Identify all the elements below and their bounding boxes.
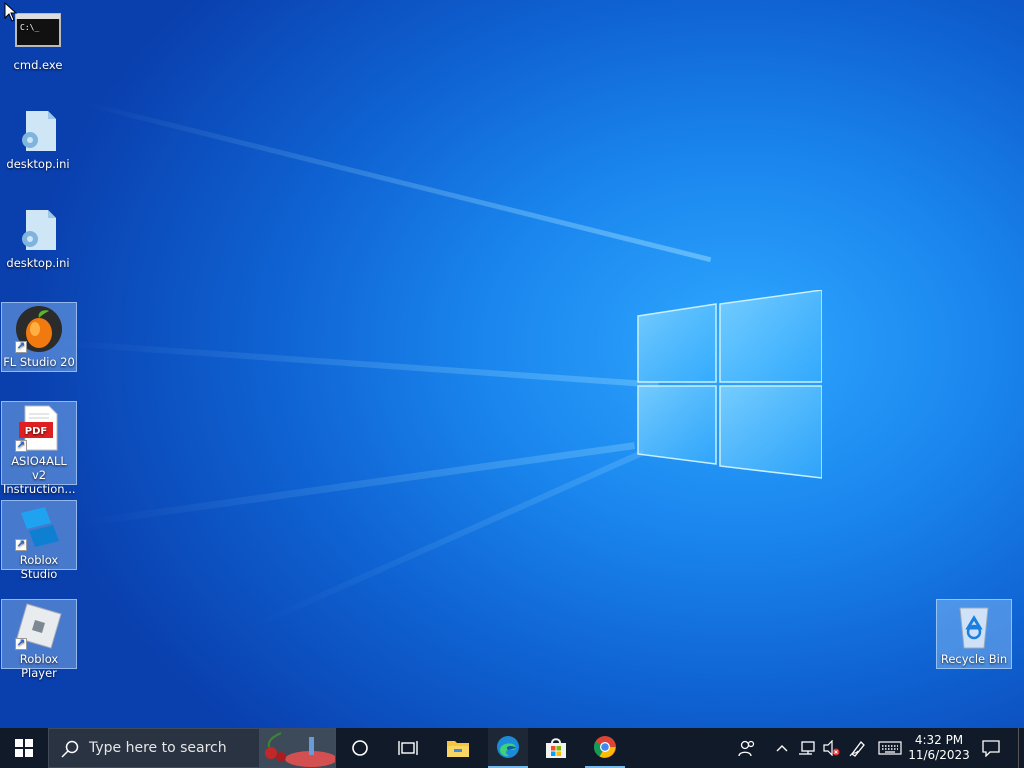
pen-workspace-button[interactable] bbox=[846, 728, 870, 768]
recycle-bin-icon bbox=[950, 602, 998, 650]
shortcut-arrow-icon: ↗ bbox=[15, 638, 27, 650]
touch-keyboard-button[interactable] bbox=[876, 728, 904, 768]
chrome-button[interactable] bbox=[585, 728, 625, 768]
keyboard-icon bbox=[878, 741, 902, 755]
pen-icon bbox=[849, 741, 865, 757]
desktop-icon-label: ASIO4ALL v2 Instruction... bbox=[3, 454, 76, 496]
taskbar: Type here to search 4:32 PM 11/6/2023 bbox=[0, 728, 1024, 768]
task-view-icon bbox=[398, 741, 418, 755]
people-button[interactable] bbox=[734, 728, 760, 768]
show-hidden-icons-button[interactable] bbox=[772, 728, 792, 768]
desktop-icon-label: FL Studio 20 bbox=[3, 355, 75, 369]
edge-icon bbox=[497, 736, 519, 758]
clock-date: 11/6/2023 bbox=[908, 748, 970, 762]
desktop-icon-label: desktop.ini bbox=[6, 256, 70, 270]
pdf-icon: PDF ↗ bbox=[15, 404, 63, 452]
notifications-icon bbox=[982, 740, 1000, 757]
desktop-icon-label: desktop.ini bbox=[6, 157, 70, 171]
shortcut-arrow-icon: ↗ bbox=[15, 440, 27, 452]
wallpaper-beam bbox=[258, 449, 645, 626]
network-button[interactable] bbox=[796, 728, 818, 768]
mouse-cursor-icon bbox=[4, 2, 18, 22]
desktop-icon-label: Roblox Player bbox=[19, 652, 59, 680]
file-explorer-icon bbox=[447, 741, 469, 757]
desktop-icon-label: Roblox Studio bbox=[19, 553, 59, 581]
edge-button[interactable] bbox=[488, 728, 528, 768]
desktop-icon-asio4all-pdf[interactable]: PDF ↗ ASIO4ALL v2 Instruction... bbox=[1, 401, 77, 496]
file-explorer-button[interactable] bbox=[438, 728, 478, 768]
settings-file-icon bbox=[14, 107, 62, 155]
clock[interactable]: 4:32 PM 11/6/2023 bbox=[908, 728, 970, 768]
settings-file-icon bbox=[14, 206, 62, 254]
store-icon bbox=[546, 738, 566, 758]
start-button[interactable] bbox=[0, 728, 48, 768]
desktop-icon-roblox-player[interactable]: ↗ Roblox Player bbox=[1, 599, 77, 680]
roblox-player-icon: ↗ bbox=[15, 602, 63, 650]
action-center-button[interactable] bbox=[976, 728, 1006, 768]
start-icon bbox=[15, 739, 33, 757]
desktop-icon-desktop-ini-2[interactable]: desktop.ini bbox=[0, 204, 76, 270]
desktop-icon-label: cmd.exe bbox=[13, 58, 63, 72]
task-view-button[interactable] bbox=[388, 728, 428, 768]
wallpaper-beam bbox=[79, 442, 636, 527]
desktop-icon-recycle-bin[interactable]: Recycle Bin bbox=[936, 599, 1012, 669]
chrome-icon bbox=[594, 736, 616, 758]
desktop-icon-roblox-studio[interactable]: ↗ Roblox Studio bbox=[1, 500, 77, 581]
search-box[interactable]: Type here to search bbox=[48, 728, 336, 768]
cmd-icon: C:\_ bbox=[14, 8, 62, 56]
network-icon bbox=[799, 741, 815, 755]
fl-studio-icon: ↗ bbox=[15, 305, 63, 353]
wallpaper-beam bbox=[79, 100, 712, 263]
search-placeholder: Type here to search bbox=[89, 740, 227, 756]
show-hidden-icons-chevron bbox=[776, 745, 788, 752]
svg-text:C:\_: C:\_ bbox=[20, 23, 39, 32]
people-icon bbox=[738, 740, 755, 757]
wallpaper-beam bbox=[59, 340, 659, 388]
desktop-icon-fl-studio[interactable]: ↗ FL Studio 20 bbox=[1, 302, 77, 372]
roblox-studio-icon: ↗ bbox=[15, 503, 63, 551]
clock-time: 4:32 PM bbox=[914, 733, 964, 747]
store-button[interactable] bbox=[536, 728, 576, 768]
cortana-button[interactable] bbox=[340, 728, 380, 768]
search-highlight-image bbox=[259, 729, 335, 767]
volume-button[interactable] bbox=[820, 728, 842, 768]
desktop-icon-desktop-ini[interactable]: desktop.ini bbox=[0, 105, 76, 171]
volume-muted-icon bbox=[823, 740, 840, 756]
desktop[interactable]: C:\_ cmd.exe desktop.ini desktop.ini ↗ F… bbox=[0, 0, 1024, 728]
show-desktop-button[interactable] bbox=[1018, 728, 1024, 768]
cortana-icon bbox=[352, 740, 368, 756]
desktop-icon-label: Recycle Bin bbox=[940, 652, 1008, 666]
search-icon bbox=[61, 740, 79, 758]
shortcut-arrow-icon: ↗ bbox=[15, 341, 27, 353]
svg-text:PDF: PDF bbox=[25, 426, 47, 437]
windows-wallpaper-logo bbox=[637, 290, 822, 479]
shortcut-arrow-icon: ↗ bbox=[15, 539, 27, 551]
